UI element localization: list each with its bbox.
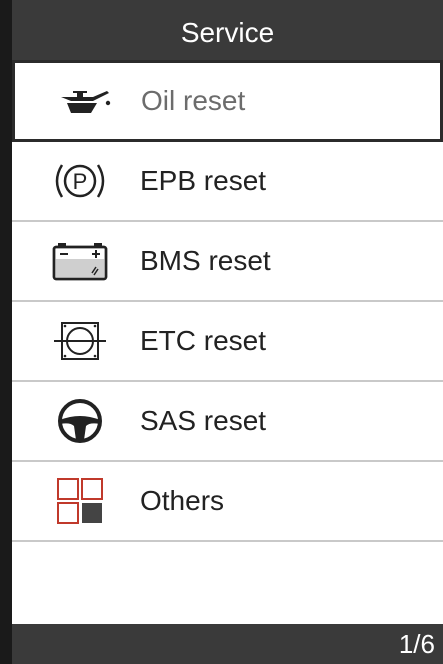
- menu-item-sas-reset[interactable]: SAS reset: [12, 382, 443, 462]
- menu-item-epb-reset[interactable]: P EPB reset: [12, 142, 443, 222]
- page-title: Service: [180, 17, 275, 48]
- status-bar: 1/6: [12, 624, 443, 664]
- service-screen: Service Oil reset P EPB reset BMS reset …: [0, 0, 443, 664]
- menu-item-label: EPB reset: [140, 165, 267, 196]
- device-frame: [0, 0, 12, 664]
- parking-brake-icon: P: [50, 157, 110, 205]
- oil-can-icon: [53, 77, 113, 125]
- menu-item-bms-reset[interactable]: BMS reset: [12, 222, 443, 302]
- battery-icon: [50, 237, 110, 285]
- svg-text:P: P: [73, 169, 88, 194]
- grid-icon: [50, 477, 110, 525]
- menu-item-label: Oil reset: [141, 85, 246, 116]
- menu-item-oil-reset[interactable]: Oil reset: [12, 60, 443, 142]
- title-bar: Service: [12, 0, 443, 62]
- steering-wheel-icon: [50, 397, 110, 445]
- menu-item-label: Others: [140, 485, 225, 516]
- menu-item-label: BMS reset: [140, 245, 271, 276]
- menu-item-etc-reset[interactable]: ETC reset: [12, 302, 443, 382]
- menu-item-others[interactable]: Others: [12, 462, 443, 542]
- menu-item-label: SAS reset: [140, 405, 267, 436]
- throttle-icon: [50, 317, 110, 365]
- service-menu: Oil reset P EPB reset BMS reset ETC rese…: [12, 60, 443, 542]
- menu-item-label: ETC reset: [140, 325, 267, 356]
- page-indicator: 1/6: [398, 628, 435, 659]
